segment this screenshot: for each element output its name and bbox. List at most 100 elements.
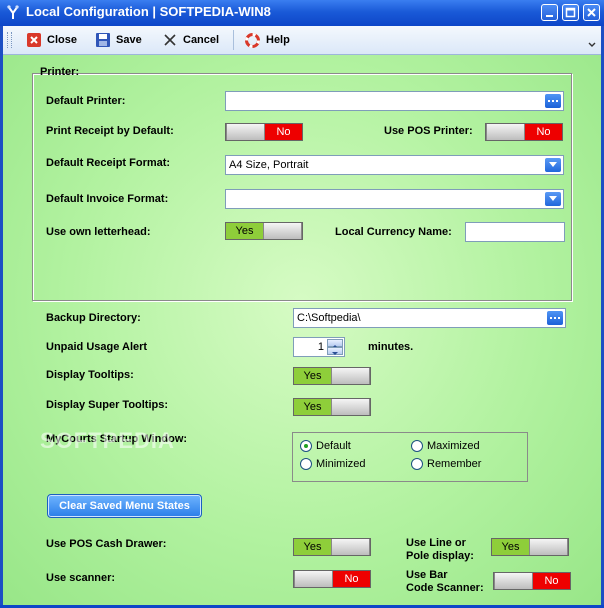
floppy-icon	[96, 33, 110, 47]
line-display-toggle[interactable]: Yes	[491, 538, 569, 556]
barcode-label-line1: Use Bar	[406, 569, 448, 581]
scanner-toggle[interactable]: No	[293, 570, 371, 588]
close-icon	[587, 8, 596, 17]
chevron-down-icon	[549, 162, 557, 167]
scanner-label: Use scanner:	[46, 572, 116, 584]
close-red-icon	[27, 33, 41, 47]
chevron-down-icon	[588, 42, 596, 47]
super-tooltips-label: Display Super Tooltips:	[46, 399, 169, 411]
unpaid-alert-label: Unpaid Usage Alert	[46, 341, 148, 353]
toggle-knob	[331, 399, 370, 415]
tooltips-label: Display Tooltips:	[46, 369, 134, 381]
radio-maximized-label: Maximized	[427, 440, 480, 452]
minimize-icon	[546, 15, 553, 17]
toggle-value: Yes	[294, 539, 331, 555]
maximize-button[interactable]	[562, 4, 579, 21]
app-icon	[7, 5, 19, 19]
radio-minimized[interactable]: Minimized	[300, 458, 366, 470]
toggle-knob	[331, 368, 370, 384]
receipt-format-select[interactable]: A4 Size, Portrait	[225, 155, 564, 175]
currency-label: Local Currency Name:	[335, 226, 452, 238]
maximize-icon	[565, 7, 576, 18]
backup-directory-label: Backup Directory:	[46, 312, 141, 324]
radio-default-label: Default	[316, 440, 351, 452]
cash-drawer-label: Use POS Cash Drawer:	[46, 538, 167, 550]
toggle-value: Yes	[294, 368, 331, 384]
close-window-button[interactable]	[583, 4, 600, 21]
spinner-arrows	[327, 339, 343, 355]
chevron-down-icon	[332, 352, 338, 355]
toggle-value: No	[333, 571, 370, 587]
invoice-format-dropdown-button[interactable]	[545, 192, 561, 206]
invoice-format-select[interactable]	[225, 189, 564, 209]
toggle-value: No	[525, 124, 562, 140]
backup-directory-value: C:\Softpedia\	[297, 312, 361, 324]
lifebuoy-icon	[245, 32, 260, 48]
toggle-value: No	[533, 573, 570, 589]
receipt-format-value: A4 Size, Portrait	[229, 159, 309, 171]
toggle-value: Yes	[294, 399, 331, 415]
receipt-format-dropdown-button[interactable]	[545, 158, 561, 172]
super-tooltips-toggle[interactable]: Yes	[293, 398, 371, 416]
toggle-knob	[331, 539, 370, 555]
toggle-knob	[294, 571, 333, 587]
title-bar: Local Configuration | SOFTPEDIA-WIN8	[0, 0, 604, 26]
printer-group-title: Printer:	[40, 66, 80, 78]
unpaid-alert-spinner[interactable]: 1	[293, 337, 345, 357]
toggle-knob	[529, 539, 568, 555]
unpaid-alert-unit: minutes.	[368, 341, 414, 353]
minimize-button[interactable]	[541, 4, 558, 21]
radio-minimized-label: Minimized	[316, 458, 366, 470]
currency-field[interactable]	[465, 222, 565, 242]
receipt-format-label: Default Receipt Format:	[46, 157, 171, 169]
toggle-value: No	[265, 124, 302, 140]
spinner-down-button[interactable]	[327, 347, 343, 355]
toggle-knob	[226, 124, 265, 140]
radio-remember-label: Remember	[427, 458, 482, 470]
toggle-knob	[263, 223, 302, 239]
toggle-value: Yes	[226, 223, 263, 239]
radio-default[interactable]: Default	[300, 440, 351, 452]
toolbar-overflow-button[interactable]	[587, 31, 597, 49]
use-pos-printer-toggle[interactable]: No	[485, 123, 563, 141]
spinner-up-button[interactable]	[327, 339, 343, 348]
help-button-label: Help	[266, 34, 290, 46]
cancel-button[interactable]: Cancel	[163, 29, 219, 51]
help-button[interactable]: Help	[245, 29, 290, 51]
toolbar-separator	[233, 30, 234, 50]
line-display-label-line1: Use Line or	[406, 537, 466, 549]
close-button-label: Close	[47, 34, 77, 46]
clear-menu-states-button[interactable]: Clear Saved Menu States	[47, 494, 202, 518]
tooltips-toggle[interactable]: Yes	[293, 367, 371, 385]
cash-drawer-toggle[interactable]: Yes	[293, 538, 371, 556]
barcode-toggle[interactable]: No	[493, 572, 571, 590]
backup-directory-field[interactable]: C:\Softpedia\	[293, 308, 566, 328]
softpedia-watermark: SOFTPEDIA	[40, 428, 175, 453]
radio-unselected-icon	[411, 440, 423, 452]
default-printer-field[interactable]	[225, 91, 564, 111]
toolbar-grip	[7, 32, 12, 48]
print-receipt-toggle[interactable]: No	[225, 123, 303, 141]
cancel-x-icon	[164, 34, 176, 46]
barcode-label-line2: Code Scanner:	[406, 582, 484, 594]
toolbar: Close Save Cancel Help	[3, 26, 601, 55]
invoice-format-label: Default Invoice Format:	[46, 193, 169, 205]
clear-menu-states-label: Clear Saved Menu States	[59, 500, 190, 512]
radio-selected-icon	[300, 440, 312, 452]
radio-unselected-icon	[300, 458, 312, 470]
chevron-down-icon	[549, 196, 557, 201]
line-display-label-line2: Pole display:	[406, 550, 474, 562]
toggle-value: Yes	[492, 539, 529, 555]
browse-printer-button[interactable]	[545, 94, 561, 108]
radio-remember[interactable]: Remember	[411, 458, 481, 470]
browse-directory-button[interactable]	[547, 311, 563, 325]
unpaid-alert-value: 1	[317, 341, 324, 353]
cancel-button-label: Cancel	[183, 34, 220, 46]
letterhead-toggle[interactable]: Yes	[225, 222, 303, 240]
save-button[interactable]: Save	[96, 29, 142, 51]
radio-maximized[interactable]: Maximized	[411, 440, 480, 452]
default-printer-label: Default Printer:	[46, 95, 126, 107]
use-pos-printer-label: Use POS Printer:	[384, 125, 473, 137]
close-button[interactable]: Close	[27, 29, 77, 51]
toggle-knob	[486, 124, 525, 140]
